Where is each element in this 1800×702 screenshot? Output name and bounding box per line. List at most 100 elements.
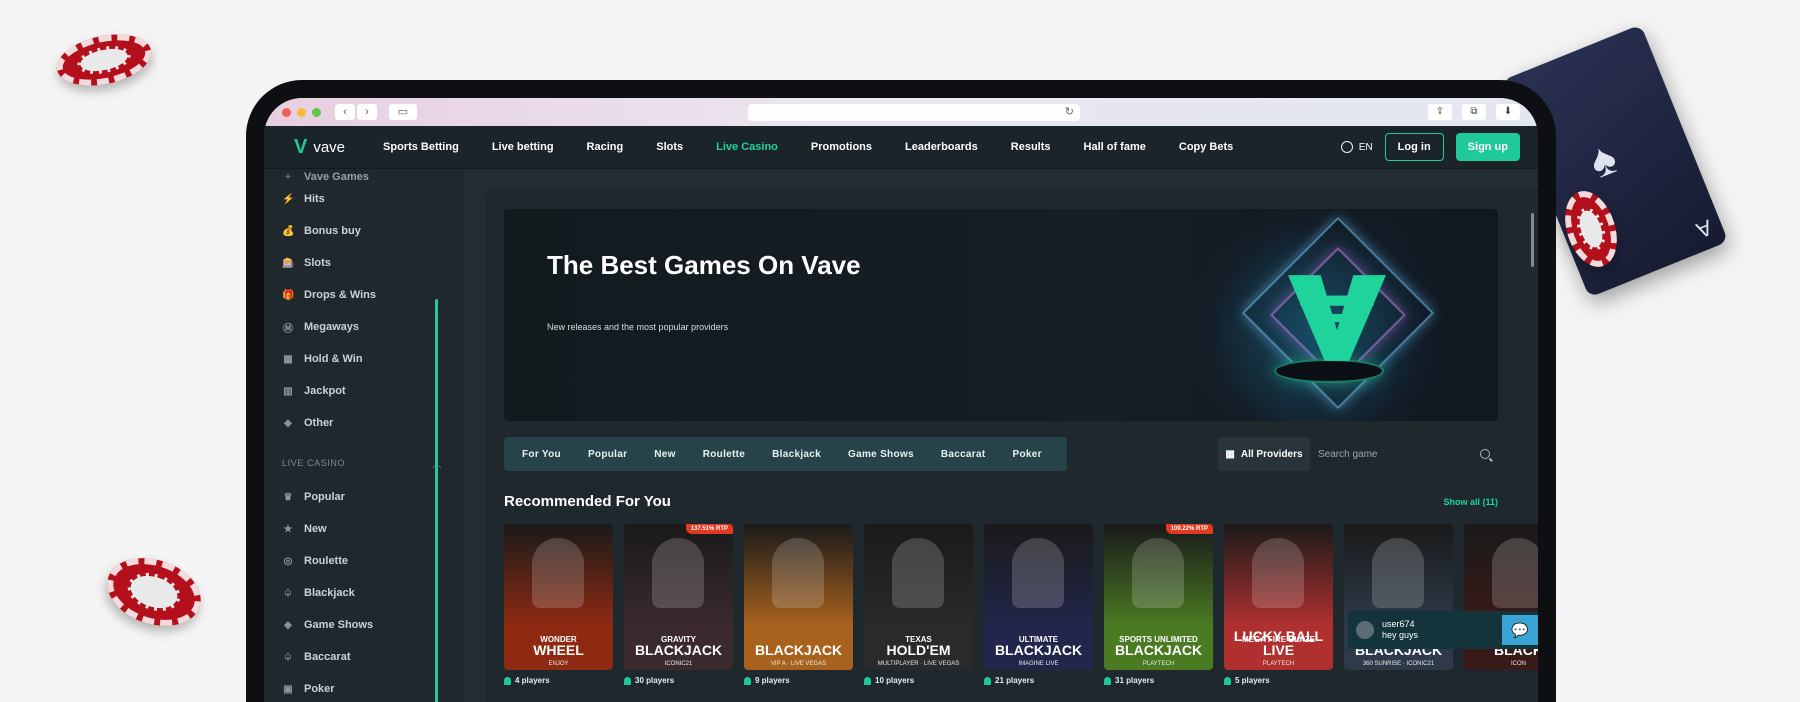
providers-grid-icon: ▦	[1225, 448, 1235, 460]
login-button[interactable]: Log in	[1384, 133, 1444, 161]
game-card[interactable]: 109.22% RTP SPORTS UNLIMITED BLACKJACK PLAY…	[1104, 524, 1213, 685]
category-icon: ♤	[283, 587, 293, 599]
chat-bubble-icon[interactable]: 💬	[1502, 615, 1538, 645]
sidebar-item-slots[interactable]: 🎰 Slots	[282, 247, 464, 279]
game-thumbnail[interactable]: BLACKJACK VIP A · LIVE VEGAS	[744, 524, 853, 670]
game-title: HOLD'EM	[886, 642, 951, 658]
sidebar-item-label: Hits	[304, 193, 325, 205]
tab-poker[interactable]: Poker	[1002, 449, 1051, 460]
game-provider: 360 SUNRISE · ICONIC21	[1362, 661, 1435, 667]
game-card[interactable]: ULTIMATE BLACKJACK IMAGINE LIVE 21 players	[984, 524, 1093, 685]
sidebar-item-label: Jackpot	[304, 385, 346, 397]
tab-roulette[interactable]: Roulette	[693, 449, 755, 460]
category-icon: ▥	[283, 385, 293, 397]
show-all-link[interactable]: Show all (11)	[1443, 497, 1498, 507]
logo-text: vave	[313, 138, 346, 156]
search-icon[interactable]	[1480, 449, 1490, 459]
game-card[interactable]: 360° BLACKJACK SunriseBLACKJACK360 SUNRI…	[1344, 524, 1453, 685]
tab-for-you[interactable]: For You	[512, 449, 571, 460]
hero-banner[interactable]: The Best Games On Vave New releases and …	[504, 209, 1498, 421]
nav-slots[interactable]: Slots	[656, 141, 683, 153]
game-card[interactable]: GRANDBLACKICON	[1464, 524, 1538, 685]
player-count-label: 10 players	[875, 676, 915, 685]
player-count: 10 players	[864, 676, 973, 685]
sidebar-item-label: Hold & Win	[304, 353, 363, 365]
minimize-window-button[interactable]	[297, 107, 306, 117]
nav-live-betting[interactable]: Live betting	[492, 141, 554, 153]
back-button[interactable]: ‹	[335, 104, 355, 120]
chat-message: hey guys	[1382, 630, 1419, 640]
sidebar-item-label: Drops & Wins	[304, 289, 377, 301]
dealer-image	[1132, 538, 1184, 608]
nav-live-casino[interactable]: Live Casino	[716, 141, 778, 153]
tab-baccarat[interactable]: Baccarat	[931, 449, 996, 460]
category-icon: ♤	[283, 651, 293, 663]
user-icon	[504, 676, 511, 685]
chat-preview[interactable]: user674 hey guys 💬	[1348, 611, 1538, 649]
game-thumbnail[interactable]: ULTIMATE BLACKJACK IMAGINE LIVE	[984, 524, 1093, 670]
game-thumbnail[interactable]: 137.51% RTP GRAVITY BLACKJACK ICONIC21	[624, 524, 733, 670]
category-icon: ◈	[284, 417, 292, 429]
nav-promotions[interactable]: Promotions	[811, 141, 872, 153]
sidebar-item-label: New	[304, 523, 327, 535]
category-icon: ▣	[283, 683, 293, 695]
maximize-window-button[interactable]	[312, 107, 321, 117]
user-icon	[984, 676, 991, 685]
dealer-image	[1252, 538, 1304, 608]
nav-leaderboards[interactable]: Leaderboards	[905, 141, 978, 153]
game-thumbnail[interactable]: WONDER WHEEL ENJOY	[504, 524, 613, 670]
nav-results[interactable]: Results	[1011, 141, 1051, 153]
category-icon: 💰	[282, 225, 295, 237]
tab-game-shows[interactable]: Game Shows	[838, 449, 924, 460]
sidebar: + Vave Games ⚡ Hits 💰 Bonus buy 🎰 Slots 🎁 Drops…	[264, 169, 464, 702]
game-provider: ENJOY	[548, 661, 569, 667]
language-selector[interactable]: EN	[1340, 141, 1373, 153]
game-card[interactable]: TEXAS HOLD'EM MULTIPLAYER · LIVE VEGAS 10 p…	[864, 524, 973, 685]
nav-copy-bets[interactable]: Copy Bets	[1179, 141, 1233, 153]
reload-icon[interactable]: ↻	[1065, 106, 1074, 118]
nav-hall-of-fame[interactable]: Hall of fame	[1084, 141, 1146, 153]
download-icon[interactable]: ⬇	[1496, 104, 1520, 120]
dealer-image	[532, 538, 584, 608]
game-card[interactable]: 137.51% RTP GRAVITY BLACKJACK ICONIC21 30 pl…	[624, 524, 733, 685]
game-card[interactable]: WONDER WHEEL ENJOY 4 players	[504, 524, 613, 685]
share-icon[interactable]: ⇪	[1428, 104, 1452, 120]
nav-racing[interactable]: Racing	[587, 141, 624, 153]
nav-sports-betting[interactable]: Sports Betting	[383, 141, 459, 153]
dealer-image	[1492, 538, 1538, 608]
category-icon: ♛	[283, 491, 293, 503]
game-thumbnail[interactable]: 109.22% RTP SPORTS UNLIMITED BLACKJACK PLAY…	[1104, 524, 1213, 670]
category-icon: ▦	[283, 353, 293, 365]
search-input[interactable]	[1318, 448, 1480, 460]
sidebar-item-hits[interactable]: ⚡ Hits	[282, 183, 464, 215]
sidebar-scrollbar[interactable]	[435, 299, 438, 702]
forward-button[interactable]: ›	[357, 104, 377, 120]
close-window-button[interactable]	[282, 107, 291, 117]
dealer-image	[1372, 538, 1424, 608]
sidebar-item-label: Popular	[304, 491, 345, 503]
sidebar-item-vave-games[interactable]: + Vave Games	[282, 169, 464, 183]
page-scrollbar[interactable]	[1531, 213, 1534, 267]
game-provider: ICON	[1511, 661, 1526, 667]
chat-username: user674	[1382, 619, 1415, 629]
tab-blackjack[interactable]: Blackjack	[762, 449, 831, 460]
browser-toolbar: ‹ › ▭ ↻ ⇪ ⧉ ⬇	[264, 98, 1538, 126]
player-count-label: 30 players	[635, 676, 675, 685]
sidebar-item-bonus-buy[interactable]: 💰 Bonus buy	[282, 215, 464, 247]
game-thumbnail[interactable]: MEGA FIRE BLAZE LUCKY BALL LIVE PLAYTECH	[1224, 524, 1333, 670]
signup-button[interactable]: Sign up	[1455, 133, 1520, 161]
tab-new[interactable]: New	[644, 449, 685, 460]
game-thumbnail[interactable]: TEXAS HOLD'EM MULTIPLAYER · LIVE VEGAS	[864, 524, 973, 670]
category-icon: ◎	[283, 555, 293, 567]
address-bar[interactable]: ↻	[748, 104, 1080, 121]
all-providers-button[interactable]: ▦ All Providers	[1218, 437, 1310, 471]
tab-popular[interactable]: Popular	[578, 449, 637, 460]
sidebar-item-label: Roulette	[304, 555, 348, 567]
game-card[interactable]: BLACKJACK VIP A · LIVE VEGAS 9 players	[744, 524, 853, 685]
tabs-icon[interactable]: ⧉	[1462, 104, 1486, 120]
player-count: 5 players	[1224, 676, 1333, 685]
sidebar-toggle-icon[interactable]: ▭	[389, 104, 417, 120]
vave-logo[interactable]: V vave	[294, 136, 345, 159]
game-carousel: WONDER WHEEL ENJOY 4 players 137.51% RTP GRAV…	[504, 524, 1538, 685]
game-card[interactable]: MEGA FIRE BLAZE LUCKY BALL LIVE PLAYTECH 5 …	[1224, 524, 1333, 685]
